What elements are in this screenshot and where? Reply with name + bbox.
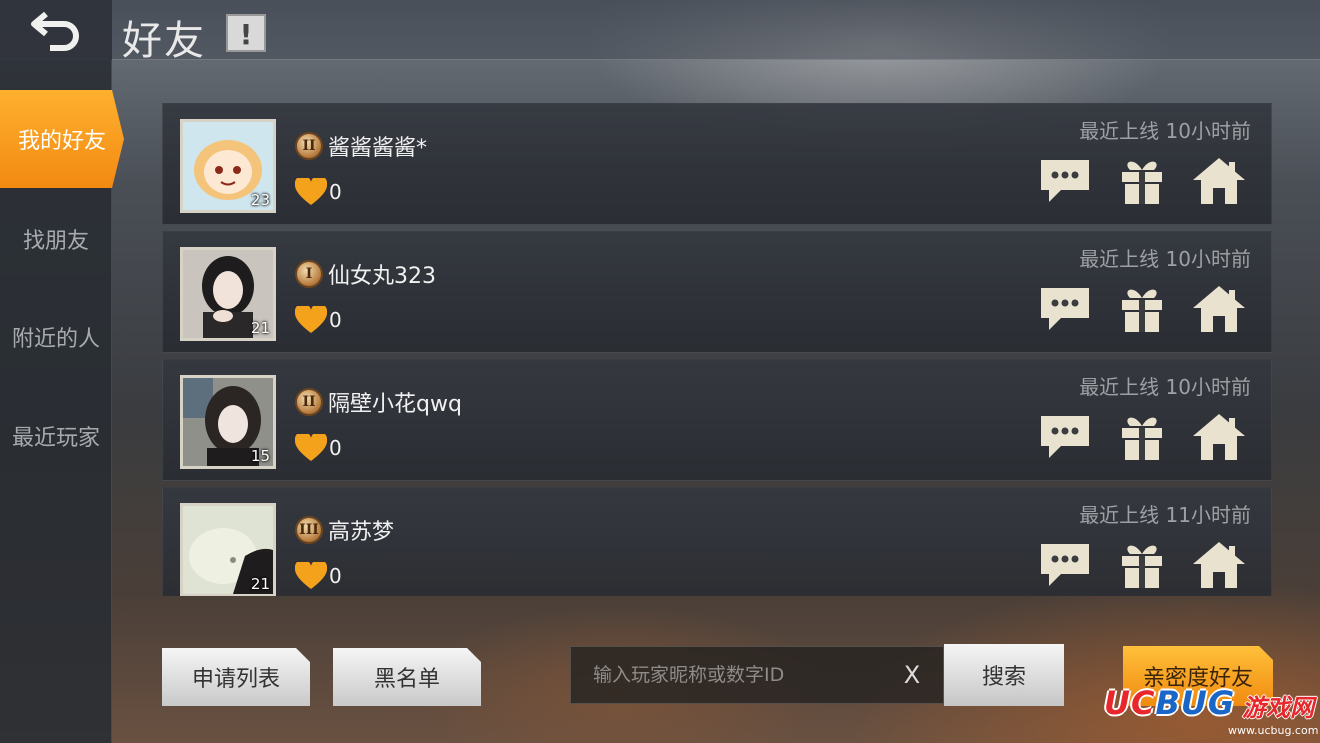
sidebar-item-recent-players[interactable]: 最近玩家 bbox=[0, 387, 112, 485]
friend-card: 15 II 隔壁小花qwq 0 最近上线 10小时前 bbox=[162, 359, 1272, 481]
last-online: 最近上线 10小时前 bbox=[1079, 115, 1251, 144]
page-title: 好友 bbox=[122, 18, 206, 64]
heart-icon bbox=[295, 562, 327, 589]
last-online-time: 10小时前 bbox=[1165, 247, 1251, 271]
avatar[interactable]: 21 bbox=[180, 247, 276, 341]
watermark-cn: 游戏网 bbox=[1242, 694, 1314, 722]
level-badge: 21 bbox=[250, 575, 270, 593]
last-online: 最近上线 11小时前 bbox=[1079, 499, 1251, 528]
gift-icon[interactable] bbox=[1114, 412, 1170, 462]
sidebar-item-my-friends[interactable]: 我的好友 bbox=[0, 90, 124, 188]
gift-icon[interactable] bbox=[1114, 284, 1170, 334]
watermark-url: www.ucbug.com bbox=[1228, 724, 1319, 737]
level-badge: 15 bbox=[250, 447, 270, 465]
home-icon[interactable] bbox=[1191, 156, 1247, 206]
friend-card: 21 III 高苏梦 0 最近上线 11小时前 bbox=[162, 487, 1272, 596]
rank-badge-icon: II bbox=[295, 388, 323, 416]
heart-icon bbox=[295, 434, 327, 461]
last-online: 最近上线 10小时前 bbox=[1079, 371, 1251, 400]
watermark: UCBUG 游戏网 www.ucbug.com bbox=[1100, 684, 1319, 740]
apply-list-button[interactable]: 申请列表 bbox=[162, 648, 310, 706]
friend-list[interactable]: 23 II 酱酱酱酱* 0 最近上线 10小时前 21 I 仙女丸323 0 最… bbox=[162, 103, 1272, 596]
back-arrow-icon bbox=[31, 11, 79, 51]
sidebar-item-find-friends[interactable]: 找朋友 bbox=[0, 190, 112, 288]
friend-card: 23 II 酱酱酱酱* 0 最近上线 10小时前 bbox=[162, 103, 1272, 225]
rank-badge-icon: II bbox=[295, 132, 323, 160]
intimacy-value: 0 bbox=[329, 436, 342, 460]
gift-icon[interactable] bbox=[1114, 540, 1170, 590]
rank-badge-icon: III bbox=[295, 516, 323, 544]
search-box: X bbox=[570, 646, 944, 704]
heart-icon bbox=[295, 306, 327, 333]
gift-icon[interactable] bbox=[1114, 156, 1170, 206]
blacklist-button[interactable]: 黑名单 bbox=[333, 648, 481, 706]
intimacy-value: 0 bbox=[329, 180, 342, 204]
friend-name: 高苏梦 bbox=[328, 520, 395, 545]
search-button[interactable]: 搜索 bbox=[944, 644, 1064, 706]
avatar[interactable]: 23 bbox=[180, 119, 276, 213]
search-input[interactable] bbox=[571, 647, 891, 703]
home-icon[interactable] bbox=[1191, 412, 1247, 462]
avatar[interactable]: 15 bbox=[180, 375, 276, 469]
friend-name: 酱酱酱酱* bbox=[328, 136, 428, 161]
avatar[interactable]: 21 bbox=[180, 503, 276, 596]
intimacy-value: 0 bbox=[329, 308, 342, 332]
home-icon[interactable] bbox=[1191, 284, 1247, 334]
sidebar-item-nearby[interactable]: 附近的人 bbox=[0, 288, 112, 386]
last-online-time: 11小时前 bbox=[1165, 503, 1251, 527]
friend-card: 21 I 仙女丸323 0 最近上线 10小时前 bbox=[162, 231, 1272, 353]
info-button[interactable]: ! bbox=[226, 14, 266, 52]
last-online-time: 10小时前 bbox=[1165, 119, 1251, 143]
clear-button[interactable]: X bbox=[897, 660, 927, 690]
friend-name: 隔壁小花qwq bbox=[328, 392, 462, 417]
level-badge: 23 bbox=[250, 191, 270, 209]
home-icon[interactable] bbox=[1191, 540, 1247, 590]
friend-name: 仙女丸323 bbox=[328, 264, 436, 289]
chat-icon[interactable] bbox=[1037, 156, 1093, 206]
last-online-label: 最近上线 bbox=[1079, 247, 1160, 271]
chat-icon[interactable] bbox=[1037, 412, 1093, 462]
level-badge: 21 bbox=[250, 319, 270, 337]
watermark-logo-uc: UC bbox=[1104, 684, 1156, 722]
heart-icon bbox=[295, 178, 327, 205]
chat-icon[interactable] bbox=[1037, 540, 1093, 590]
last-online-label: 最近上线 bbox=[1079, 119, 1160, 143]
intimacy-value: 0 bbox=[329, 564, 342, 588]
watermark-logo-bug: BUG bbox=[1155, 684, 1236, 722]
rank-badge-icon: I bbox=[295, 260, 323, 288]
last-online-label: 最近上线 bbox=[1079, 503, 1160, 527]
watermark-logo: UCBUG bbox=[1104, 684, 1235, 722]
last-online-label: 最近上线 bbox=[1079, 375, 1160, 399]
last-online: 最近上线 10小时前 bbox=[1079, 243, 1251, 272]
last-online-time: 10小时前 bbox=[1165, 375, 1251, 399]
back-button[interactable] bbox=[0, 0, 112, 60]
chat-icon[interactable] bbox=[1037, 284, 1093, 334]
